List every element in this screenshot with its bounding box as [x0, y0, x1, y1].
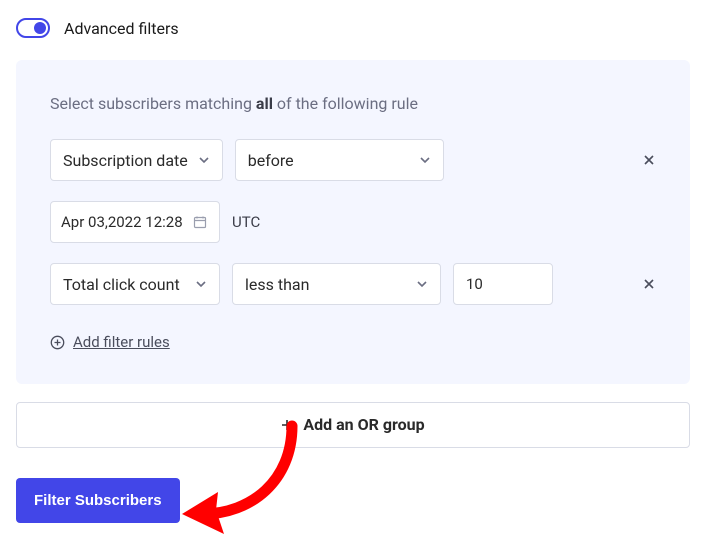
field-select-value: Subscription date	[63, 151, 188, 170]
rule-row: Total click count less than 10	[50, 263, 656, 305]
operator-select-value: before	[248, 151, 294, 170]
add-filter-rules-button[interactable]: Add filter rules	[50, 333, 170, 351]
chevron-down-icon	[198, 154, 210, 166]
plus-icon	[281, 419, 293, 431]
panel-title-bold: all	[256, 94, 273, 113]
panel-title: Select subscribers matching all of the f…	[50, 94, 656, 113]
panel-title-suffix: of the following rule	[273, 94, 418, 113]
value-input[interactable]: 10	[453, 263, 553, 305]
filter-subscribers-button[interactable]: Filter Subscribers	[16, 478, 180, 523]
timezone-label: UTC	[232, 213, 260, 231]
add-or-group-label: Add an OR group	[303, 415, 424, 434]
operator-select[interactable]: less than	[232, 263, 441, 305]
operator-select-value: less than	[245, 275, 309, 294]
field-select[interactable]: Total click count	[50, 263, 220, 305]
operator-select[interactable]: before	[235, 139, 444, 181]
field-select-value: Total click count	[63, 275, 180, 294]
filter-subscribers-label: Filter Subscribers	[34, 492, 162, 509]
advanced-filters-toggle[interactable]	[16, 18, 50, 38]
panel-title-prefix: Select subscribers matching	[50, 94, 256, 113]
rule-value-row: Apr 03,2022 12:28 UTC	[50, 201, 656, 243]
chevron-down-icon	[419, 154, 431, 166]
calendar-icon	[193, 215, 207, 229]
field-select[interactable]: Subscription date	[50, 139, 223, 181]
rule-row: Subscription date before	[50, 139, 656, 181]
chevron-down-icon	[416, 278, 428, 290]
value-input-text: 10	[466, 275, 483, 293]
date-input[interactable]: Apr 03,2022 12:28	[50, 201, 220, 243]
remove-rule-button[interactable]	[642, 277, 656, 291]
filter-panel: Select subscribers matching all of the f…	[16, 60, 690, 384]
remove-rule-button[interactable]	[642, 153, 656, 167]
advanced-filters-toggle-row: Advanced filters	[16, 18, 690, 38]
toggle-knob	[34, 22, 46, 34]
advanced-filters-label: Advanced filters	[64, 19, 179, 38]
date-input-value: Apr 03,2022 12:28	[61, 213, 183, 231]
add-or-group-button[interactable]: Add an OR group	[16, 402, 690, 448]
add-filter-rules-label: Add filter rules	[73, 333, 170, 351]
plus-circle-icon	[50, 335, 65, 350]
chevron-down-icon	[195, 278, 207, 290]
